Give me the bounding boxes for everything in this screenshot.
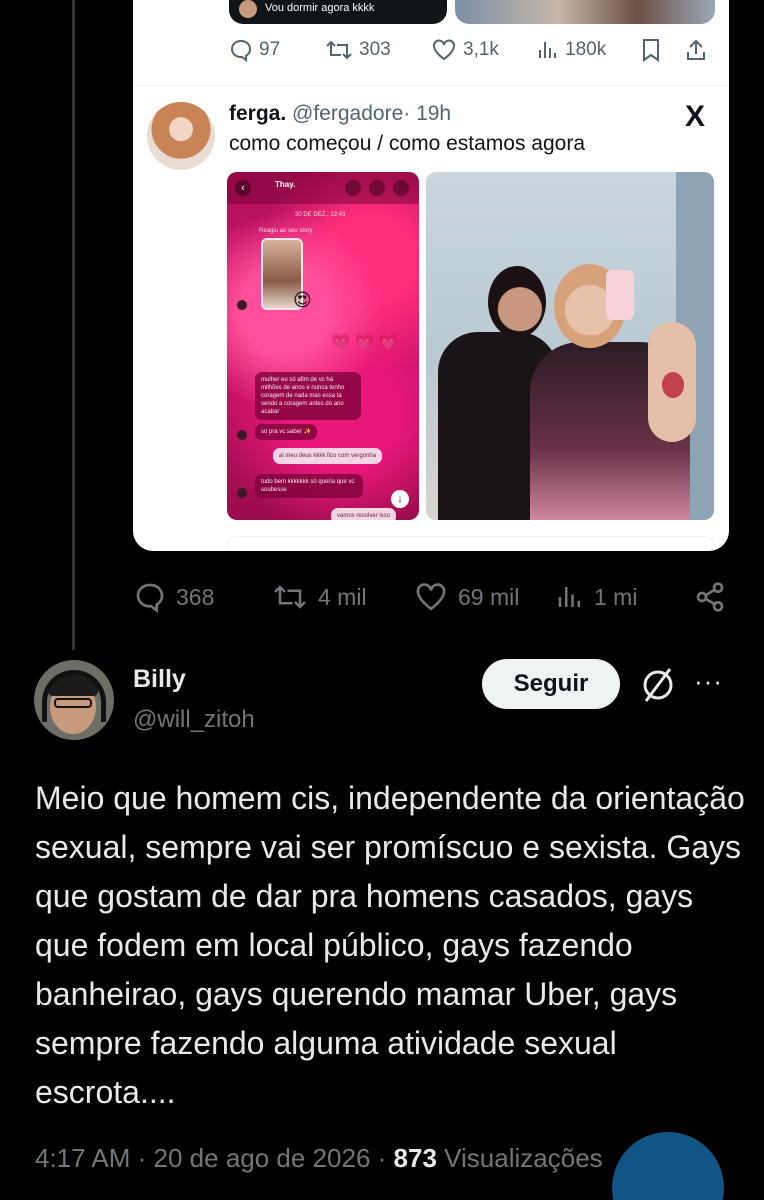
scroll-down-icon: ↓ <box>391 490 409 508</box>
repost-count: 4 mil <box>318 583 367 610</box>
share-icon <box>696 582 724 612</box>
post-date: 20 de ago de 2026 <box>153 1143 371 1173</box>
tattoo <box>662 372 684 398</box>
dm-message: só pra vc saber ✨ <box>255 424 318 440</box>
reply-author-avatar[interactable] <box>34 660 114 740</box>
avatar-headset <box>42 670 106 722</box>
dm-screenshot-image[interactable]: ‹ Thay. 30 DE DEZ., 22:43 Reagiu ao seu … <box>227 172 419 520</box>
compose-fab-button[interactable] <box>612 1132 724 1200</box>
views-icon <box>558 587 580 607</box>
views-number: 873 <box>393 1143 437 1173</box>
dm-message: vamos resolver isso <box>331 508 397 520</box>
quoted-post-text: como começou / como estamos agora <box>229 132 585 155</box>
dm-hearts: 💗💗💗 <box>331 334 403 351</box>
reply-action[interactable]: 368 <box>134 577 214 617</box>
views-label[interactable]: Visualizações <box>444 1143 603 1173</box>
prev-reply-count: 97 <box>259 39 281 60</box>
reply-text: Meio que homem cis, independente da orie… <box>35 780 745 1110</box>
prev-views-action[interactable]: 180k <box>537 38 606 62</box>
prev-repost-action[interactable]: 303 <box>325 38 391 62</box>
quoted-author-handle[interactable]: @fergadore <box>292 102 403 125</box>
quoted-author-name[interactable]: ferga. <box>229 102 286 125</box>
reply-count: 368 <box>176 583 215 610</box>
dm-message: ai meu deus kkkk fico com vergonha <box>273 448 383 464</box>
quoted-card-footer <box>227 536 715 548</box>
reply-icon <box>136 583 164 613</box>
person-left-head <box>488 266 546 338</box>
back-arrow-icon: ‹ <box>235 180 251 196</box>
quoted-author-avatar[interactable] <box>147 102 215 170</box>
quoted-post-header: ferga. @fergadore· 19h <box>229 102 451 126</box>
dm-message: tudo bem kkkkkkk só queria que vc soubes… <box>255 474 363 498</box>
quoted-post-card[interactable]: Vou dormir agora kkkk 97 303 3,1k 180k f… <box>133 0 729 551</box>
post-time: 4:17 AM <box>35 1143 131 1173</box>
reply-author-handle[interactable]: @will_zitoh <box>133 706 255 734</box>
dm-contact-name: Thay. <box>275 180 296 189</box>
phone-icon <box>369 180 385 196</box>
repost-action[interactable]: 4 mil <box>272 577 367 617</box>
divider <box>133 85 729 86</box>
reply-author-name[interactable]: Billy <box>133 665 186 694</box>
post-meta: 4:17 AM · 20 de ago de 2026 · 873 Visual… <box>35 1143 603 1174</box>
views-count: 1 mi <box>594 583 638 610</box>
previous-media-dm[interactable]: Vou dormir agora kkkk <box>229 0 447 24</box>
like-icon <box>416 583 446 611</box>
bookmark-icon[interactable] <box>641 38 661 62</box>
share-action[interactable] <box>694 577 726 617</box>
views-action[interactable]: 1 mi <box>556 577 637 617</box>
previous-media-photo[interactable] <box>455 0 715 24</box>
prev-views-count: 180k <box>565 39 607 60</box>
reply-icon <box>230 39 252 62</box>
like-icon <box>433 39 455 61</box>
separator-dot: · <box>137 1143 154 1173</box>
prev-reply-action[interactable]: 97 <box>229 38 280 62</box>
more-icon[interactable]: ··· <box>694 666 723 697</box>
dm-date: 30 DE DEZ., 22:43 <box>295 212 346 218</box>
x-logo: X <box>685 100 706 133</box>
dm-story-label: Reagiu ao seu story <box>259 228 313 234</box>
grok-icon[interactable] <box>636 663 680 707</box>
repost-icon <box>326 40 352 60</box>
separator-dot: · <box>377 1143 394 1173</box>
previous-post-actions: 97 303 3,1k 180k <box>133 32 729 68</box>
post-action-bar: 368 4 mil 69 mil 1 mi <box>0 577 764 617</box>
dm-message: mulher eu só afim de vc há milhões de an… <box>255 372 361 420</box>
mini-avatar <box>239 0 257 18</box>
couple-photo-image[interactable] <box>426 172 714 520</box>
quoted-post-time: · 19h <box>403 102 452 125</box>
prev-repost-count: 303 <box>359 39 391 60</box>
link-icon <box>345 180 361 196</box>
prev-like-action[interactable]: 3,1k <box>431 38 499 62</box>
repost-icon <box>274 585 306 609</box>
like-count: 69 mil <box>458 583 520 610</box>
follow-button[interactable]: Seguir <box>482 659 620 709</box>
dm-header-icons <box>345 180 409 196</box>
flag-icon <box>393 180 409 196</box>
phone <box>606 270 634 320</box>
previous-media-caption: Vou dormir agora kkkk <box>265 2 375 14</box>
prev-like-count: 3,1k <box>463 39 499 60</box>
views-icon <box>539 42 556 58</box>
dm-avatar <box>237 430 247 440</box>
dm-reaction-emoji: 😍 <box>293 290 312 310</box>
thread-line <box>72 0 75 650</box>
like-action[interactable]: 69 mil <box>414 577 519 617</box>
share-icon[interactable] <box>685 38 707 62</box>
dm-avatar <box>237 300 247 310</box>
dm-avatar <box>237 488 247 498</box>
